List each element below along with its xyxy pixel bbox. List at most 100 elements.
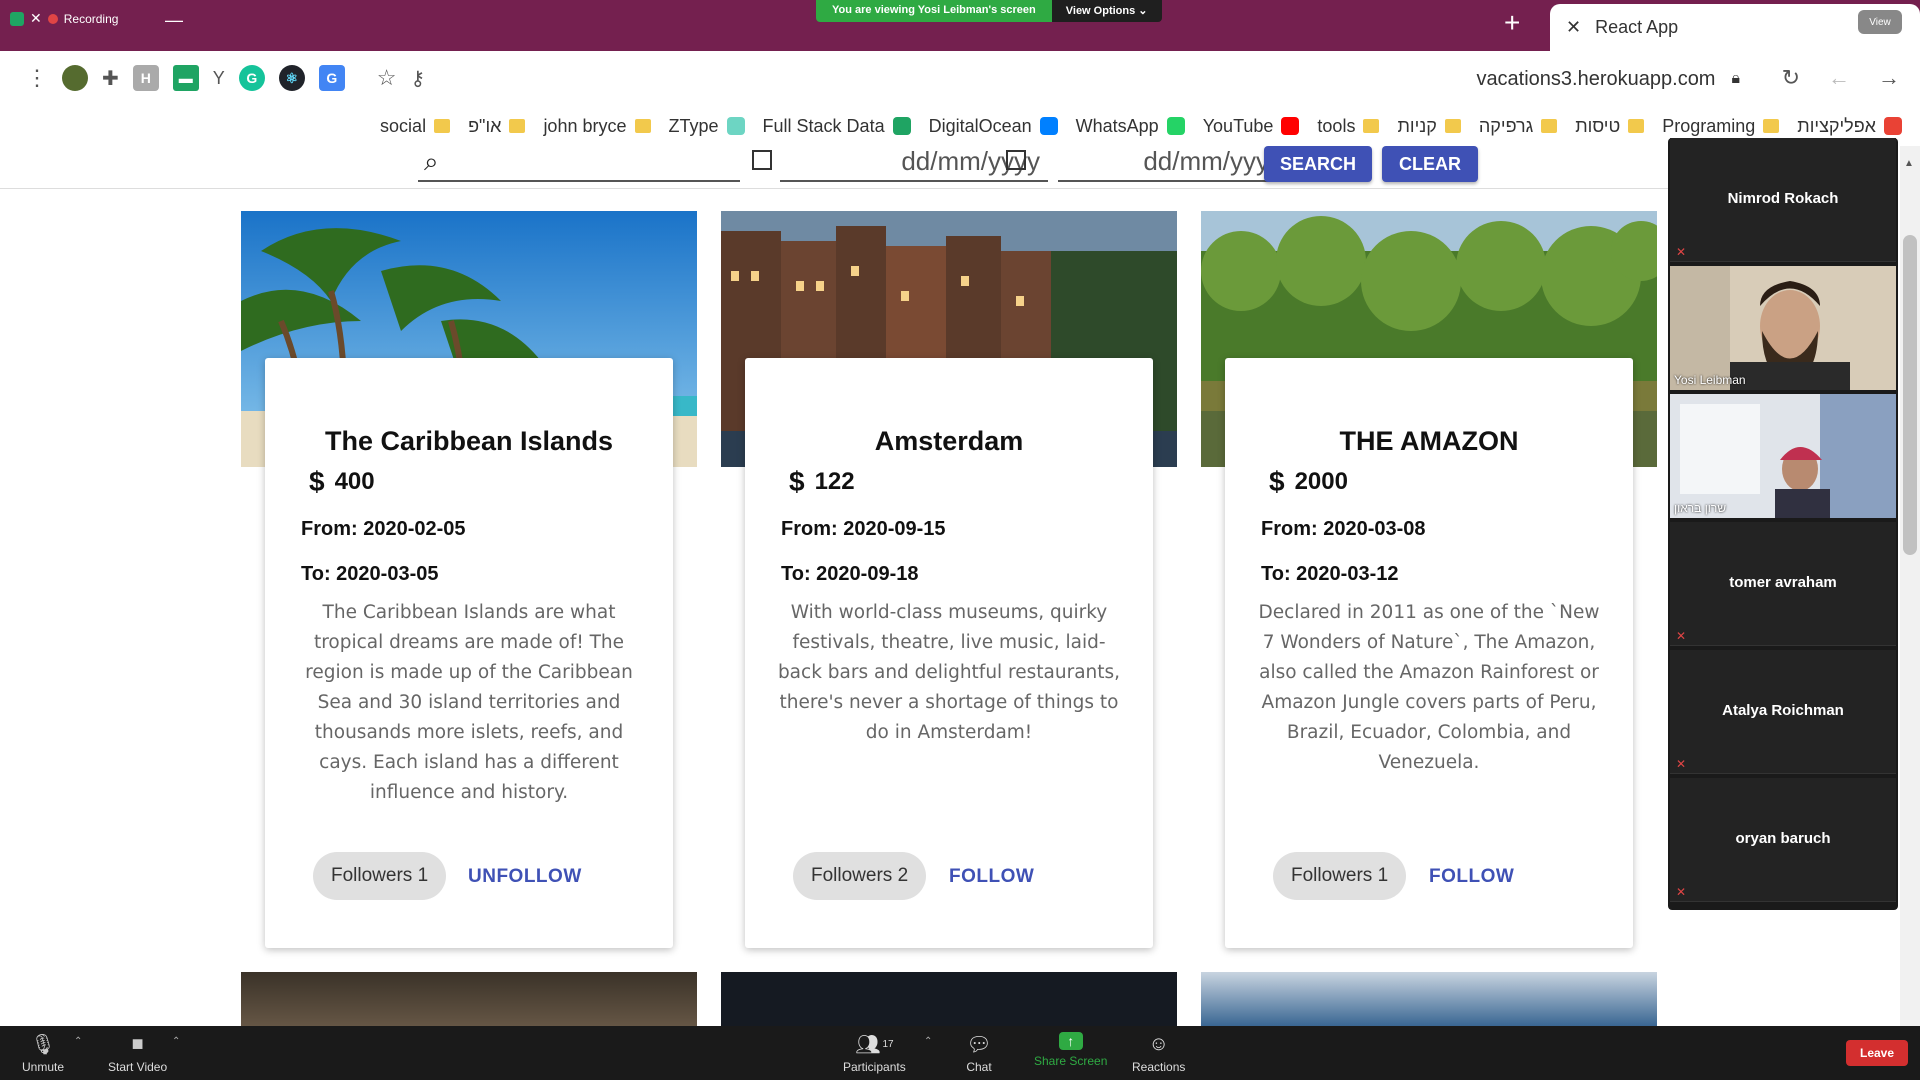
bookmark-item[interactable]: גרפיקה [1479,116,1558,137]
back-icon[interactable]: ← [1828,65,1850,91]
muted-mic-icon: ✕ [1676,885,1687,899]
bookmark-label: YouTube [1202,115,1274,136]
view-options-button[interactable]: View Options ⌄ [1051,0,1162,22]
dollar-icon: $ [789,466,805,497]
apps-grid-icon [1884,117,1902,135]
participant-tile[interactable]: Nimrod Rokach ✕ [1670,138,1896,262]
browser-tab-active[interactable]: ✕ React App View [1550,4,1920,51]
drive-icon [892,117,911,135]
menu-dots-icon[interactable]: ⋮ [26,65,48,91]
url-field[interactable]: vacations3.herokuapp.com 🔒︎ [460,59,1760,99]
bookmark-item[interactable]: WhatsApp [1076,116,1185,137]
vacation-card-amazon: THE AMAZON $2000 From: 2020-03-08 To: 20… [1225,358,1633,948]
screen-share-banner: You are viewing Yosi Leibman's screen Vi… [816,0,1162,22]
participant-tile[interactable]: oryan baruch ✕ [1670,778,1896,902]
minimize-icon[interactable]: — [165,10,183,31]
close-icon[interactable]: ✕ [30,10,42,27]
unfollow-button[interactable]: UNFOLLOW [468,866,582,888]
participants-button[interactable]: 👥︎ 17 Participants [843,1032,906,1075]
video-feed [1670,266,1896,390]
start-video-button[interactable]: ■ Start Video [108,1032,167,1075]
share-screen-button[interactable]: ↑ Share Screen [1034,1032,1107,1068]
extension-h-icon[interactable]: H [132,65,159,91]
nav-buttons: ↻ ← → [1782,65,1900,91]
reload-icon[interactable]: ↻ [1782,65,1800,91]
puzzle-icon[interactable]: ✚ [102,66,119,91]
bookmark-label: טיסות [1575,115,1621,136]
filter-icon[interactable]: Y [213,68,225,89]
card-title: The Caribbean Islands [324,426,614,456]
participant-tile[interactable]: Yosi Leibman [1670,266,1896,390]
mic-muted-icon: 🎙︎ [30,1033,56,1056]
bookmark-item[interactable]: אפליקציות [1797,116,1902,137]
tab-close-icon[interactable]: ✕ [1566,17,1581,38]
search-icon: ⌕ [424,146,439,176]
dollar-icon: $ [1269,466,1285,497]
star-icon[interactable]: ☆ [377,65,397,91]
digitalocean-icon [1039,117,1058,135]
bookmark-label: Full Stack Data [762,115,885,136]
participant-tile[interactable]: Atalya Roichman ✕ [1670,650,1896,774]
record-dot-icon [47,13,58,24]
extension-green-icon[interactable]: ▬ [172,65,199,91]
youtube-icon [1281,117,1300,135]
bookmark-item[interactable]: קניות [1397,115,1461,137]
participants-options-caret[interactable]: ⌃ [924,1036,932,1047]
clear-button[interactable]: CLEAR [1382,146,1478,182]
forward-icon[interactable]: → [1878,65,1900,91]
card-title: Amsterdam [874,426,1024,456]
video-options-caret[interactable]: ⌃ [172,1036,180,1047]
follow-button[interactable]: FOLLOW [1429,866,1514,888]
scrollbar-thumb[interactable] [1903,235,1917,555]
bookmark-item[interactable]: או"פ [468,116,526,137]
bookmark-item[interactable]: טיסות [1575,115,1645,137]
participant-tile[interactable]: tomer avraham ✕ [1670,522,1896,646]
react-devtools-icon[interactable]: ⚛ [278,65,305,91]
leave-button[interactable]: Leave [1846,1040,1908,1066]
vacation-image-row2-1 [241,972,697,1026]
search-button[interactable]: SEARCH [1264,146,1372,182]
vacation-card-amsterdam: Amsterdam $122 From: 2020-09-15 To: 2020… [745,358,1153,948]
date-to-checkbox[interactable] [1006,150,1026,170]
bookmark-item[interactable]: Programing [1662,116,1780,137]
unmute-button[interactable]: 🎙︎ Unmute [22,1032,64,1075]
card-to-date: To: 2020-03-12 [1261,563,1399,585]
folder-icon [434,119,451,133]
muted-mic-icon: ✕ [1676,757,1687,771]
reactions-button[interactable]: ☺ Reactions [1132,1032,1185,1075]
card-description: The Caribbean Islands are what tropical … [305,602,633,803]
translate-icon[interactable]: G [318,65,345,91]
view-badge[interactable]: View [1858,10,1902,34]
bookmark-item[interactable]: john bryce [543,116,651,137]
date-from-checkbox[interactable] [752,150,772,170]
grammarly-icon[interactable]: G [238,65,265,91]
audio-options-caret[interactable]: ⌃ [74,1036,82,1047]
bookmark-item[interactable]: ZType [669,116,745,137]
bookmark-item[interactable]: Full Stack Data [763,116,911,137]
bookmark-item[interactable]: tools [1317,116,1380,137]
folder-icon [509,119,526,133]
card-price: $122 [789,466,855,497]
date-to-input[interactable]: dd/mm/yyyy [1058,146,1290,182]
participant-tile[interactable]: שרון בראון [1670,394,1896,518]
share-message: You are viewing Yosi Leibman's screen [816,0,1052,22]
followers-chip: Followers 1 [313,852,447,900]
recording-indicator[interactable]: ✕ Recording [10,10,118,27]
search-input[interactable]: ⌕ [418,146,740,182]
follow-button[interactable]: FOLLOW [949,866,1034,888]
bookmark-label: קניות [1397,115,1437,136]
participant-name: Atalya Roichman [1722,702,1844,719]
scroll-up-icon[interactable]: ▲ [1904,158,1914,169]
bookmark-item[interactable]: social [380,116,451,137]
card-from-date: From: 2020-09-15 [781,518,946,540]
new-tab-button[interactable]: + [1504,9,1520,37]
key-icon[interactable]: ⚷ [411,66,426,91]
card-description: With world-class museums, quirky festiva… [777,602,1121,743]
followers-chip: Followers 1 [1273,852,1407,900]
chat-button[interactable]: 💬︎ Chat [966,1032,992,1075]
bookmark-item[interactable]: DigitalOcean [929,116,1058,137]
profile-avatar[interactable] [62,65,88,91]
bookmark-label: DigitalOcean [928,115,1032,136]
card-from-date: From: 2020-02-05 [301,518,466,540]
bookmark-item[interactable]: YouTube [1203,116,1300,137]
